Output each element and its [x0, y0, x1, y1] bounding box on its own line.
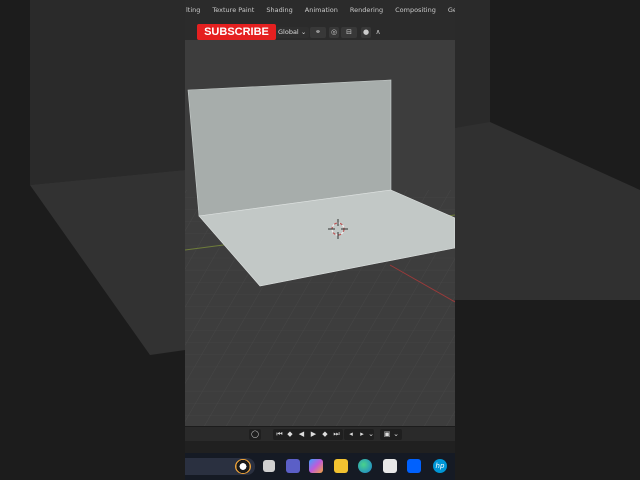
play-reverse-icon[interactable]: ◀	[297, 430, 306, 439]
status-bar	[185, 441, 455, 453]
pivot-link-icon[interactable]: ⚭	[310, 27, 326, 38]
keyframe-next-icon[interactable]: ▸	[357, 430, 367, 439]
blurred-background-left	[0, 0, 185, 480]
store-icon[interactable]	[383, 459, 397, 473]
next-keyframe-icon[interactable]: ◆	[320, 430, 330, 439]
blurred-background-right	[455, 0, 640, 480]
transform-orientation-select[interactable]: Global ⌄	[275, 27, 310, 38]
viewport-canvas	[185, 40, 455, 426]
tab-compositing[interactable]: Compositing	[389, 0, 442, 21]
tab-shading[interactable]: Shading	[260, 0, 298, 21]
workspace-tabs: lting Texture Paint Shading Animation Re…	[185, 0, 455, 21]
timeline-bar: ◯ ⏮ ◆ ◀ ▶ ◆ ⏭ ◂ ▸ ⌄ ▣ ⌄	[185, 426, 455, 442]
snap-icon[interactable]: ◎	[329, 27, 339, 38]
snap-target-icon[interactable]: ⊟	[341, 27, 357, 38]
dropbox-icon[interactable]	[407, 459, 421, 473]
play-icon[interactable]: ▶	[309, 430, 318, 439]
file-explorer-icon[interactable]	[334, 459, 348, 473]
transform-orientation-value: Global	[278, 28, 299, 36]
prev-keyframe-icon[interactable]: ◆	[285, 430, 295, 439]
edge-icon[interactable]	[358, 459, 372, 473]
proportional-edit-icon[interactable]: ●	[361, 27, 371, 38]
hp-icon[interactable]: hp	[433, 459, 447, 473]
task-view-icon[interactable]	[263, 460, 275, 472]
tab-rendering[interactable]: Rendering	[344, 0, 389, 21]
tab-geometry-nodes[interactable]: Geometry No	[442, 0, 455, 21]
teams-icon[interactable]	[286, 459, 300, 473]
copilot-icon[interactable]	[309, 459, 323, 473]
search-box[interactable]	[185, 458, 255, 475]
search-highlight-icon	[235, 459, 251, 474]
keyframe-prev-icon[interactable]: ◂	[346, 430, 356, 439]
3d-viewport[interactable]	[185, 40, 455, 426]
jump-start-icon[interactable]: ⏮	[275, 430, 284, 439]
keying-icon[interactable]: ▣	[382, 430, 392, 439]
tab-animation[interactable]: Animation	[299, 0, 344, 21]
record-icon[interactable]: ◯	[251, 430, 259, 439]
windows-taskbar: hp	[185, 453, 455, 480]
chevron-down-icon: ⌄	[300, 28, 307, 36]
jump-end-icon[interactable]: ⏭	[332, 430, 341, 439]
falloff-icon[interactable]: ∧	[373, 27, 383, 38]
tab-texture-paint[interactable]: Texture Paint	[206, 0, 260, 21]
chevron-down-icon[interactable]: ⌄	[368, 430, 374, 439]
blender-window: lting Texture Paint Shading Animation Re…	[185, 0, 455, 480]
tab-lighting[interactable]: lting	[185, 0, 206, 21]
subscribe-button[interactable]: SUBSCRIBE	[197, 24, 276, 40]
chevron-down-icon[interactable]: ⌄	[393, 430, 399, 439]
